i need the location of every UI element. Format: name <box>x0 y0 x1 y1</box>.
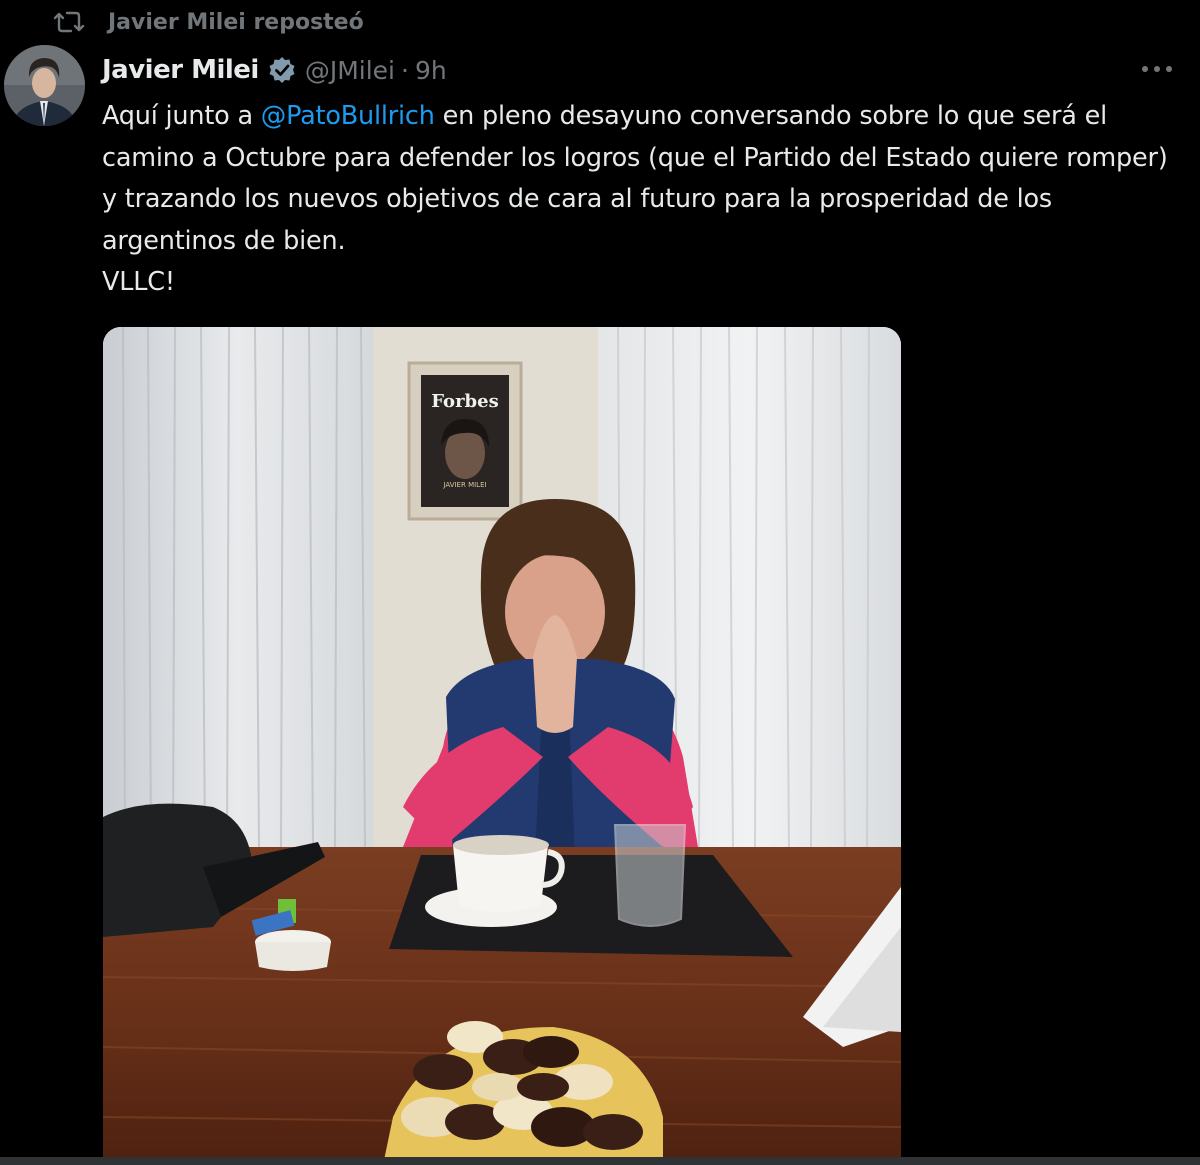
more-options-button[interactable] <box>1134 54 1180 84</box>
avatar[interactable] <box>4 45 85 126</box>
verified-badge-icon[interactable] <box>267 55 297 85</box>
tweet-photo[interactable]: Forbes JAVIER MILEI <box>103 327 901 1165</box>
separator-dot: · <box>401 55 409 85</box>
tweet-text-closing: VLLC! <box>102 267 175 297</box>
tweet-text-before: Aquí junto a <box>102 101 261 131</box>
tweet-header: Javier Milei @JMilei · 9h <box>102 50 447 90</box>
repost-label: Javier Milei reposteó <box>108 9 364 35</box>
tweet-page: Javier Milei reposteó Javier Milei @JMil… <box>0 0 1200 1165</box>
repost-icon <box>53 11 85 33</box>
repost-indicator[interactable]: Javier Milei reposteó <box>52 4 364 40</box>
tweet-text: Aquí junto a @PatoBullrich en pleno desa… <box>102 96 1187 304</box>
avatar-image <box>4 45 85 126</box>
author-name[interactable]: Javier Milei <box>102 55 259 85</box>
bottom-divider <box>0 1157 1200 1165</box>
poster-caption: JAVIER MILEI <box>442 481 486 489</box>
poster-brand: Forbes <box>431 391 498 412</box>
more-options-icon <box>1142 66 1172 72</box>
author-handle[interactable]: @JMilei <box>305 56 395 85</box>
mention-link[interactable]: @PatoBullrich <box>261 101 435 131</box>
breakfast-photo: Forbes JAVIER MILEI <box>103 327 901 1165</box>
tweet-timestamp[interactable]: 9h <box>415 56 447 85</box>
